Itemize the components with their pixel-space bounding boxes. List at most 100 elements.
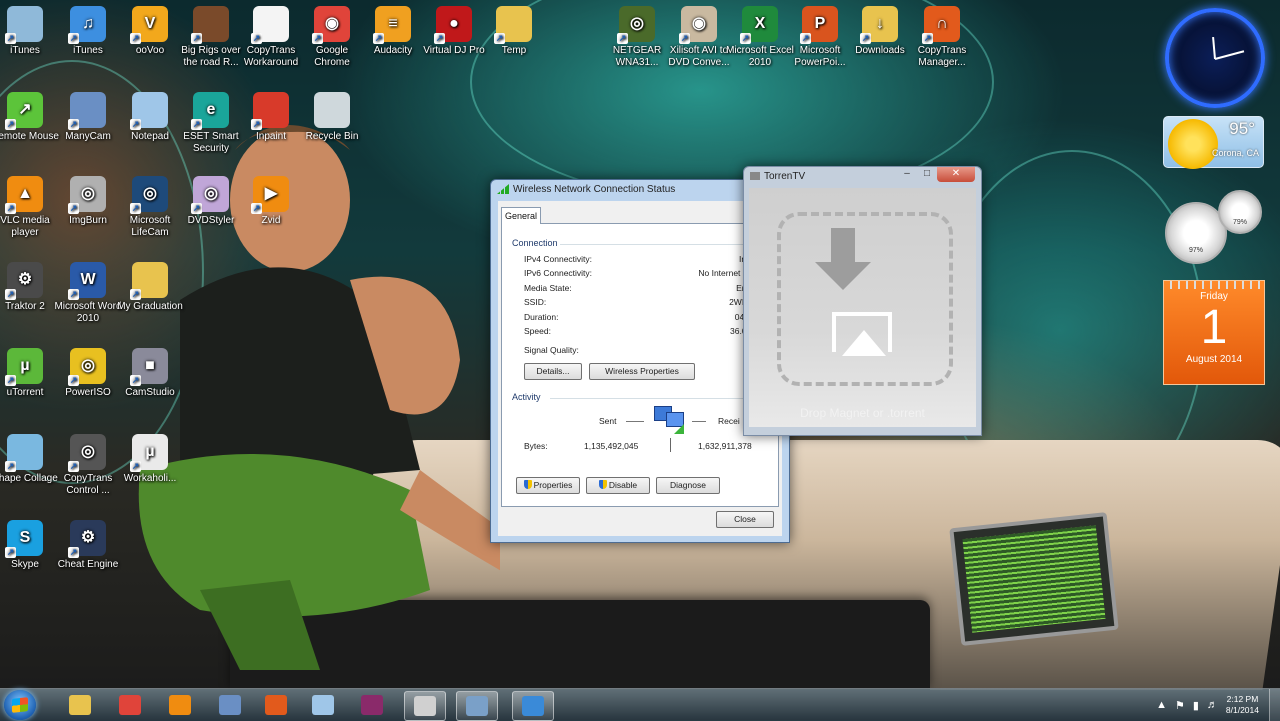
desktop-icon[interactable]: CopyTrans Workaround — [236, 6, 306, 69]
desktop-icon-label: My Graduation — [117, 301, 183, 312]
clock-gadget[interactable] — [1165, 8, 1265, 108]
download-arrow-icon — [815, 228, 871, 290]
diagnose-button[interactable]: Diagnose — [656, 477, 720, 494]
desktop-icon[interactable]: ↓Downloads — [845, 6, 915, 57]
details-button[interactable]: Details... — [524, 363, 582, 380]
wireless-properties-button[interactable]: Wireless Properties — [589, 363, 695, 380]
desktop-icon-image — [251, 92, 289, 130]
desktop-icon[interactable]: VooVoo — [115, 6, 185, 57]
show-desktop-button[interactable] — [1269, 689, 1280, 721]
desktop-icon-image: W — [68, 262, 106, 300]
tab-general[interactable]: General — [501, 207, 541, 224]
minimize-button[interactable]: – — [897, 167, 917, 182]
wireless-signal-icon — [497, 184, 509, 194]
desktop-icon-label: Microsoft LifeCam — [129, 215, 171, 238]
desktop-icon-label: CopyTrans Control ... — [63, 473, 113, 496]
desktop-icon[interactable]: ManyCam — [53, 92, 123, 143]
desktop-icon[interactable]: ◉Google Chrome — [297, 6, 367, 69]
network-tray-icon[interactable]: ▮ — [1193, 699, 1199, 712]
desktop-icon-label: Downloads — [855, 45, 905, 56]
disable-button-label: Disable — [608, 480, 638, 490]
desktop-icon-image — [5, 6, 43, 44]
desktop-icon[interactable]: µWorkaholi... — [115, 434, 185, 485]
desktop-icon[interactable]: My Graduation — [115, 262, 185, 313]
desktop-icon[interactable]: ⚙Traktor 2 — [0, 262, 60, 313]
clock-time: 2:12 PM — [1226, 694, 1259, 704]
start-button[interactable] — [4, 690, 36, 720]
desktop-icon-label: Remote Mouse — [0, 131, 59, 142]
drop-zone[interactable]: Drop Magnet or .torrent — [749, 188, 976, 427]
taskbar: ▲ ⚑ ▮ ♬ 2:12 PM 8/1/2014 — [0, 688, 1280, 721]
taskbar-app-torrentv[interactable] — [404, 691, 446, 721]
drop-instruction: Drop Magnet or .torrent — [800, 406, 925, 420]
taskbar-app-explorer[interactable] — [60, 691, 100, 719]
desktop-icon[interactable]: ◎PowerISO — [53, 348, 123, 399]
desktop-icon[interactable]: ∩CopyTrans Manager... — [907, 6, 977, 69]
desktop-icon-image: ∩ — [922, 6, 960, 44]
desktop-icon-label: Cheat Engine — [57, 559, 119, 570]
volume-icon[interactable]: ♬ — [1207, 699, 1218, 711]
desktop-icon[interactable]: ◎ImgBurn — [53, 176, 123, 227]
desktop-icon-image — [5, 434, 43, 472]
ssid-row: SSID:2WIRE — [524, 297, 756, 307]
desktop-icon-label: Workaholi... — [123, 473, 177, 484]
desktop-icon-image: ▲ — [5, 176, 43, 214]
torrentv-window[interactable]: TorrenTV – □ ✕ Drop Magnet or .torrent — [743, 166, 982, 436]
desktop-icon-label: Recycle Bin — [305, 131, 359, 142]
taskbar-app-copytrans[interactable] — [256, 691, 296, 719]
desktop-icon[interactable]: ▲VLC media player — [0, 176, 60, 239]
desktop-icon[interactable]: ■CamStudio — [115, 348, 185, 399]
desktop-icon-image: S — [5, 520, 43, 558]
properties-button-label: Properties — [533, 480, 573, 490]
desktop-icon[interactable]: iTunes — [0, 6, 60, 57]
desktop-icon[interactable]: µuTorrent — [0, 348, 60, 399]
taskbar-app-notepad[interactable] — [303, 691, 343, 719]
taskbar-app-network[interactable] — [210, 691, 250, 719]
weather-gadget[interactable]: 95° Corona, CA — [1163, 116, 1264, 169]
desktop-icon[interactable]: ↗Remote Mouse — [0, 92, 60, 143]
desktop-icon[interactable]: ⚙Cheat Engine — [53, 520, 123, 571]
disable-button[interactable]: Disable — [586, 477, 650, 494]
close-window-button[interactable]: ✕ — [937, 167, 975, 182]
desktop-icon-label: Google Chrome — [314, 45, 350, 68]
desktop-icon[interactable]: ◎CopyTrans Control ... — [53, 434, 123, 497]
close-button[interactable]: Close — [716, 511, 774, 528]
sun-icon — [1168, 119, 1218, 169]
desktop-icon[interactable]: ▶Zvid — [236, 176, 306, 227]
desktop-icon[interactable]: Shape Collage — [0, 434, 60, 485]
desktop-icon[interactable]: ◉Xilisoft AVI to DVD Conve... — [664, 6, 734, 69]
memory-meter-gadget[interactable]: 79% — [1218, 190, 1262, 234]
desktop-icon[interactable]: WMicrosoft Word 2010 — [53, 262, 123, 325]
desktop-icon[interactable]: Notepad — [115, 92, 185, 143]
desktop-icon[interactable]: Temp — [479, 6, 549, 57]
desktop-icon-label: CamStudio — [125, 387, 175, 398]
calendar-day-number: 1 — [1200, 301, 1228, 354]
torrentv-icon — [414, 696, 436, 716]
network-icon — [219, 695, 241, 715]
desktop-icon[interactable]: ◎NETGEAR WNA31... — [602, 6, 672, 69]
action-center-flag-icon[interactable]: ⚑ — [1175, 699, 1185, 712]
system-clock[interactable]: 2:12 PM 8/1/2014 — [1226, 694, 1259, 716]
desktop-icon-image: µ — [5, 348, 43, 386]
desktop-icon[interactable]: ◎Microsoft LifeCam — [115, 176, 185, 239]
airplay-triangle-icon — [842, 330, 886, 356]
taskbar-app-winrar[interactable] — [352, 691, 392, 719]
properties-button[interactable]: Properties — [516, 477, 580, 494]
desktop-icon-image: ● — [434, 6, 472, 44]
show-hidden-icons-button[interactable]: ▲ — [1156, 699, 1167, 711]
taskbar-app-chrome[interactable] — [110, 691, 150, 719]
taskbar-app-wireless-status[interactable] — [456, 691, 498, 721]
desktop-icon[interactable]: Inpaint — [236, 92, 306, 143]
calendar-gadget[interactable]: Friday 1 August 2014 — [1163, 280, 1265, 385]
maximize-button[interactable]: □ — [917, 167, 937, 182]
connection-heading: Connection — [512, 238, 558, 248]
desktop-icon[interactable]: Recycle Bin — [297, 92, 367, 143]
taskbar-app-vlc[interactable] — [160, 691, 200, 719]
desktop-icon-image — [191, 6, 229, 44]
desktop-icon-image — [130, 92, 168, 130]
desktop-icon[interactable]: ♫iTunes — [53, 6, 123, 57]
desktop-icon[interactable]: SSkype — [0, 520, 60, 571]
taskbar-app-control-panel[interactable] — [512, 691, 554, 721]
desktop-icon[interactable]: ≡Audacity — [358, 6, 428, 57]
desktop-icon-label: Skype — [11, 559, 39, 570]
